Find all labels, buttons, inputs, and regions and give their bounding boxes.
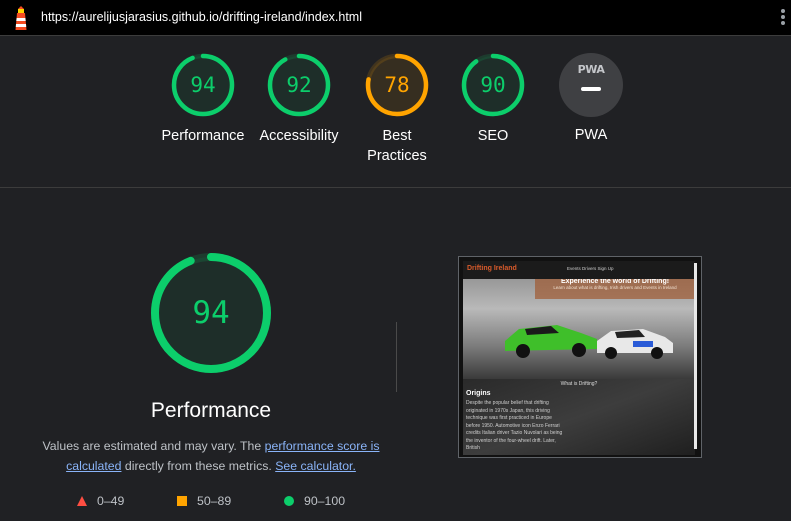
screenshot-what-heading: What is Drifting?: [560, 381, 598, 387]
url-bar: https://aurelijusjarasius.github.io/drif…: [0, 0, 791, 36]
legend-range: 0–49: [97, 494, 125, 508]
screenshot-brand: Drifting Ireland: [467, 265, 517, 272]
gauge-label: Accessibility: [259, 128, 339, 144]
gauge-label: PWA: [574, 127, 608, 143]
gauge-performance[interactable]: 94 Performance: [148, 52, 258, 146]
pwa-dash-icon: [581, 87, 601, 91]
pwa-badge-text: PWA: [577, 63, 605, 76]
red-triangle-icon: [77, 496, 87, 506]
more-menu-icon[interactable]: [781, 9, 785, 25]
gauge-best-practices[interactable]: 78 Best Practices: [342, 52, 452, 166]
screenshot-content: What is Drifting? Origins Despite the po…: [463, 379, 695, 455]
gauge-score: 90: [480, 73, 506, 97]
white-car-icon: [597, 329, 673, 359]
category-gauges: 94 Performance 92 Accessibility 78 Best …: [0, 36, 791, 188]
screenshot-origins-text: Despite the popular belief that drifting…: [466, 400, 563, 451]
legend-fail: 0–49: [77, 493, 124, 509]
lighthouse-icon: [15, 6, 27, 30]
performance-title: Performance: [150, 399, 272, 422]
gauge-score: 78: [384, 73, 410, 97]
gauge-label: Best Practices: [367, 128, 427, 164]
legend-range: 90–100: [304, 494, 346, 508]
see-calculator-link[interactable]: See calculator.: [275, 459, 356, 473]
orange-square-icon: [177, 496, 187, 506]
pwa-badge-icon: PWA: [559, 53, 623, 117]
legend-average: 50–89: [177, 493, 231, 509]
gauge-score: 92: [286, 73, 312, 97]
performance-note: Values are estimated and may vary. The p…: [40, 436, 382, 476]
green-circle-icon: [284, 496, 294, 506]
gauge-label: Performance: [161, 128, 245, 144]
divider: [396, 322, 397, 392]
final-screenshot-thumbnail[interactable]: Experience the world of Drifting! Learn …: [458, 256, 702, 458]
gauge-accessibility[interactable]: 92 Accessibility: [244, 52, 354, 146]
screenshot-hero-image: Experience the world of Drifting! Learn …: [463, 271, 695, 379]
gauge-label: SEO: [477, 128, 509, 144]
note-text: Values are estimated and may vary. The: [42, 439, 265, 453]
note-text: directly from these metrics.: [121, 459, 276, 473]
screenshot-hero-heading: Experience the world of Drifting!: [560, 278, 670, 285]
screenshot-scrollbar: [694, 263, 697, 449]
screenshot-origins-heading: Origins: [466, 390, 491, 397]
screenshot-hero-sub: Learn about what is drifting, Irish driv…: [553, 285, 677, 290]
screenshot-navbar: Drifting Ireland Events Drivers Sign Up: [463, 261, 695, 279]
green-car-icon: [505, 325, 597, 358]
screenshot-nav-links: Events Drivers Sign Up: [567, 266, 614, 271]
gauge-score: 94: [190, 73, 216, 97]
page-url: https://aurelijusjarasius.github.io/drif…: [41, 10, 362, 24]
gauge-seo[interactable]: 90 SEO: [438, 52, 548, 146]
legend-pass: 90–100: [284, 493, 345, 509]
performance-score: 94: [192, 295, 230, 331]
legend-range: 50–89: [197, 494, 232, 508]
gauge-pwa[interactable]: PWA PWA: [536, 52, 646, 145]
